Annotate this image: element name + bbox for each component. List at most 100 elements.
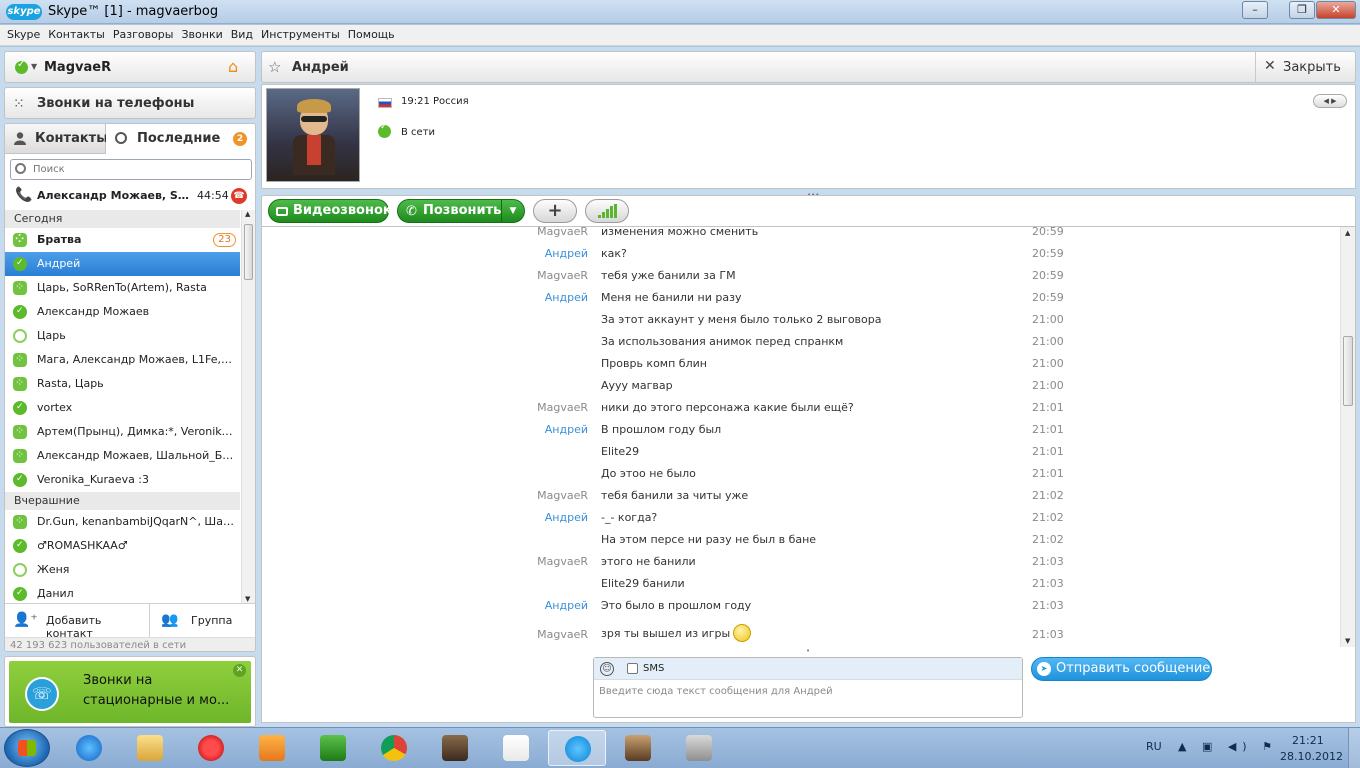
call-button[interactable]: ✆ Позвонить ▼ xyxy=(397,199,525,223)
message-sender[interactable]: Андрей xyxy=(545,599,588,612)
message-row[interactable]: MagvaeR этого не банили 21:03 xyxy=(262,552,1342,574)
search-box[interactable] xyxy=(10,159,252,180)
message-row[interactable]: MagvaeR изменения можно сменить 20:59 xyxy=(262,227,1342,244)
add-contact-button[interactable]: 👤⁺ Добавить контакт xyxy=(5,604,150,640)
tray-icons[interactable]: ▲ ▣ ◀) ⚑ xyxy=(1178,740,1278,753)
message-row[interactable]: За этот аккаунт у меня было только 2 выг… xyxy=(262,310,1342,332)
message-sender[interactable]: MagvaeR xyxy=(537,628,588,641)
taskbar-opera[interactable] xyxy=(182,730,240,766)
message-row[interactable]: До этоо не было 21:01 xyxy=(262,464,1342,486)
video-call-button[interactable]: Видеозвонок xyxy=(268,199,392,223)
contact-row[interactable]: Артем(Прынц), Димка:*, Veronika_Ku... xyxy=(5,420,240,444)
promo-close-icon[interactable]: ✕ xyxy=(233,664,246,677)
contact-row[interactable]: Rasta, Царь xyxy=(5,372,240,396)
contact-row[interactable]: Dr.Gun, kenanbambiJQqarN^, Шальн... xyxy=(5,510,240,534)
message-row[interactable]: MagvaeR ники до этого персонажа какие был… xyxy=(262,398,1342,420)
contact-list-scrollbar[interactable]: ▲ ▼ xyxy=(241,210,255,603)
menu-view[interactable]: Вид xyxy=(227,25,257,41)
sms-checkbox[interactable] xyxy=(627,663,638,674)
message-sender[interactable]: Андрей xyxy=(545,247,588,260)
contact-row[interactable]: Женя xyxy=(5,558,240,582)
message-row[interactable]: Аууу магвар 21:00 xyxy=(262,376,1342,398)
language-indicator[interactable]: RU xyxy=(1146,740,1162,753)
profile-nav-arrows[interactable]: ◀ ▶ xyxy=(1313,94,1347,108)
minimize-button[interactable]: – xyxy=(1242,1,1268,19)
scroll-down-icon[interactable]: ▼ xyxy=(1345,637,1350,645)
tab-contacts[interactable]: Контакты xyxy=(5,124,108,154)
send-message-button[interactable]: ➤ Отправить сообщение xyxy=(1031,657,1212,681)
contact-row[interactable]: Александр Можаев xyxy=(5,300,240,324)
message-row[interactable]: MagvaeR зря ты вышел из игры 21:03 xyxy=(262,620,1342,647)
message-row[interactable]: Андрей В прошлом году был 21:01 xyxy=(262,420,1342,442)
clock-date[interactable]: 28.10.2012 xyxy=(1280,750,1343,763)
add-people-button[interactable]: + xyxy=(533,199,577,223)
taskbar-game-avatar-2[interactable] xyxy=(609,730,667,766)
menu-contacts[interactable]: Контакты xyxy=(44,25,109,41)
create-group-button[interactable]: 👥 Группа xyxy=(151,604,255,637)
search-input[interactable] xyxy=(33,162,243,177)
message-row[interactable]: MagvaeR тебя банили за читы уже 21:02 xyxy=(262,486,1342,508)
taskbar-game-avatar[interactable] xyxy=(426,730,484,766)
smiley-icon[interactable]: ☺ xyxy=(600,662,614,676)
contact-row[interactable]: Александр Можаев, Шальной_Батон... xyxy=(5,444,240,468)
splitter-handle[interactable]: • xyxy=(806,647,810,655)
scroll-thumb[interactable] xyxy=(244,224,253,280)
active-call-row[interactable]: 📞 Александр Можаев, SO... 44:54 ☎ xyxy=(5,184,255,208)
promo-banner[interactable]: ☏ Звонки на стационарные и мо... ✕ xyxy=(4,656,256,727)
message-sender[interactable]: Андрей xyxy=(545,511,588,524)
contact-row[interactable]: Андрей xyxy=(5,252,240,276)
message-sender[interactable]: MagvaeR xyxy=(537,227,588,238)
online-status-icon[interactable] xyxy=(15,59,28,74)
message-row[interactable]: MagvaeR тебя уже банили за ГМ 20:59 xyxy=(262,266,1342,288)
menu-calls[interactable]: Звонки xyxy=(177,25,226,41)
avatar[interactable] xyxy=(266,88,360,182)
scroll-up-icon[interactable]: ▲ xyxy=(1345,229,1350,237)
star-icon[interactable]: ☆ xyxy=(268,58,281,76)
message-row[interactable]: Андрей Меня не банили ни разу 20:59 xyxy=(262,288,1342,310)
taskbar-skype[interactable] xyxy=(548,730,606,766)
taskbar-chrome[interactable] xyxy=(365,730,423,766)
promo-body[interactable]: ☏ Звонки на стационарные и мо... ✕ xyxy=(9,661,251,723)
message-row[interactable]: Elite29 21:01 xyxy=(262,442,1342,464)
contact-row[interactable]: Царь xyxy=(5,324,240,348)
contact-row[interactable]: vortex xyxy=(5,396,240,420)
menu-skype[interactable]: Skype xyxy=(0,25,44,41)
contact-row[interactable]: Veronika_Kuraeva :3 xyxy=(5,468,240,492)
start-button[interactable] xyxy=(4,729,50,767)
home-icon[interactable]: ⌂ xyxy=(228,58,246,76)
maximize-button[interactable]: ❐ xyxy=(1289,1,1315,19)
close-window-button[interactable]: ✕ xyxy=(1316,1,1356,19)
tab-recent[interactable]: Последние 2 xyxy=(106,124,255,154)
message-row[interactable]: Elite29 банили 21:03 xyxy=(262,574,1342,596)
taskbar-file-explorer[interactable] xyxy=(121,730,179,766)
taskbar-monitor-app[interactable] xyxy=(670,730,728,766)
clock-time[interactable]: 21:21 xyxy=(1292,734,1324,747)
chevron-down-icon[interactable]: ▼ xyxy=(501,200,524,222)
message-row[interactable]: На этом персе ни разу не был в бане 21:02 xyxy=(262,530,1342,552)
close-conversation-button[interactable]: ✕ Закрыть xyxy=(1255,52,1355,82)
call-phones-button[interactable]: ⁙ Звонки на телефоны xyxy=(4,87,256,119)
taskbar-app-green[interactable] xyxy=(304,730,362,766)
contact-row[interactable]: ♂ROMASHKAA♂ xyxy=(5,534,240,558)
menu-tools[interactable]: Инструменты xyxy=(257,25,344,41)
taskbar-media-player[interactable] xyxy=(243,730,301,766)
user-status-bar[interactable]: ▼ MagvaeR ⌂ xyxy=(4,51,256,83)
message-row[interactable]: Андрей -_- когда? 21:02 xyxy=(262,508,1342,530)
taskbar-pdf-reader[interactable] xyxy=(487,730,545,766)
message-sender[interactable]: MagvaeR xyxy=(537,401,588,414)
taskbar-internet-explorer[interactable] xyxy=(60,730,118,766)
message-sender[interactable]: MagvaeR xyxy=(537,555,588,568)
message-row[interactable]: За использования анимок перед спранкм 21:… xyxy=(262,332,1342,354)
message-sender[interactable]: Андрей xyxy=(545,423,588,436)
scroll-thumb[interactable] xyxy=(1343,336,1353,406)
scroll-up-icon[interactable]: ▲ xyxy=(245,210,250,218)
message-row[interactable]: Андрей Это было в прошлом году 21:03 xyxy=(262,596,1342,618)
scroll-down-icon[interactable]: ▼ xyxy=(245,595,250,603)
contact-row[interactable]: Братва 23 xyxy=(5,228,240,252)
menu-help[interactable]: Помощь xyxy=(344,25,399,41)
menu-conversations[interactable]: Разговоры xyxy=(109,25,178,41)
message-row[interactable]: Андрей как? 20:59 xyxy=(262,244,1342,266)
message-input[interactable]: Введите сюда текст сообщения для Андрей xyxy=(599,686,1014,697)
contact-row[interactable]: Царь, SoRRenTo(Artem), Rasta xyxy=(5,276,240,300)
message-input-box[interactable]: ☺ SMS Введите сюда текст сообщения для А… xyxy=(593,657,1023,718)
